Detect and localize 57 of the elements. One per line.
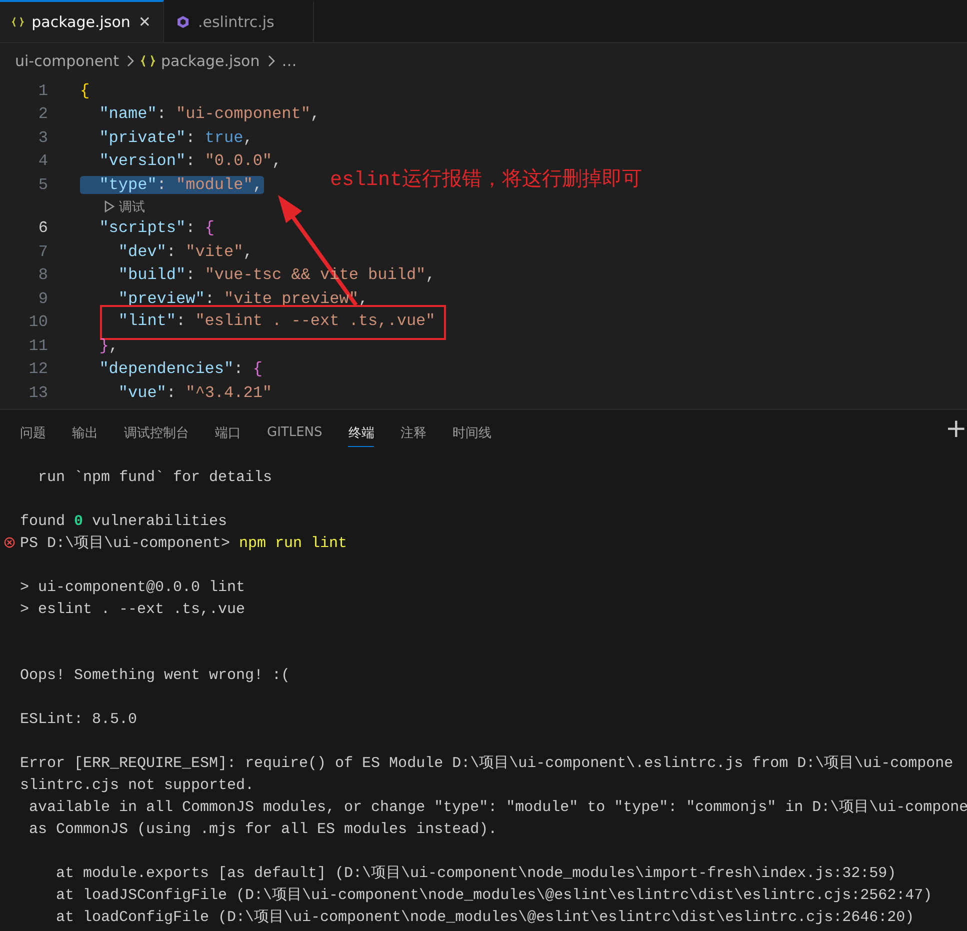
code-line: { (80, 82, 91, 100)
hexagon-icon (176, 15, 190, 29)
terminal-line: Error [ERR_REQUIRE_ESM]: require() of ES Module D:\项目\ui-component\.eslintrc.js from D:\项目\ui-compone (20, 755, 954, 772)
line-number: 6 (37, 219, 48, 238)
line-number: 13 (28, 384, 48, 402)
terminal-line: ESLint: 8.5.0 (20, 711, 138, 728)
panel-tab[interactable]: 注释 (400, 418, 426, 446)
annotation-text: eslint运行报错，将这行删掉即可 (330, 167, 642, 192)
terminal-line: found 0 vulnerabilities (20, 513, 228, 530)
close-icon[interactable]: ✕ (138, 13, 151, 31)
terminal-line: at module.exports [as default] (D:\项目\ui-component\node_modules\import-fresh\index.js:32:59) (55, 865, 896, 882)
code-line: "vue": "^3.4.21" (118, 384, 274, 402)
line-number: 11 (28, 336, 48, 355)
panel-tab[interactable]: 调试控制台 (124, 418, 189, 446)
line-number: 8 (37, 266, 48, 284)
chevron-icon (124, 55, 135, 67)
breadcrumb-item[interactable]: package.json (160, 52, 260, 70)
breadcrumb-item[interactable]: ui-component (15, 52, 119, 70)
terminal-line: available in all CommonJS modules, or change "type": "module" to "type": "commonjs" in D:\项目\ui-compone (28, 799, 967, 816)
play-icon[interactable] (104, 200, 115, 213)
line-number: 1 (37, 82, 48, 100)
panel-tab[interactable]: GITLENS (267, 419, 322, 445)
terminal-line: PS D:\项目\ui-component> npm run lint (20, 535, 348, 552)
panel-tab[interactable]: 终端 (348, 418, 374, 446)
debug-codelens[interactable]: 调试 (119, 198, 145, 216)
add-terminal-button[interactable]: + (945, 416, 967, 442)
panel-tab[interactable]: 端口 (215, 418, 241, 446)
code-line: "dependencies": { (99, 360, 264, 378)
terminal-line: > ui-component@0.0.0 lint (20, 579, 246, 596)
code-line: "private": true, (99, 128, 254, 147)
terminal-line: at loadJSConfigFile (D:\项目\ui-component\node_modules\@eslint\eslintrc\dist\eslintrc.cjs:2562:47) (55, 887, 932, 904)
code-line: "dev": "vite", (118, 242, 254, 261)
terminal-line: Oops! Something went wrong! :( (20, 667, 290, 684)
line-number: 4 (37, 152, 48, 170)
code-line: "version": "0.0.0", (99, 152, 283, 170)
terminal-line: at loadConfigFile (D:\项目\ui-component\node_modules\@eslint\eslintrc\dist\eslintrc.cjs:2646:20) (55, 909, 914, 926)
panel-tab[interactable]: 时间线 (452, 418, 492, 446)
terminal-line: slintrc.cjs not supported. (20, 777, 254, 794)
file-tab[interactable]: package.json ✕ (0, 0, 164, 42)
chevron-icon (266, 55, 276, 67)
panel-tab[interactable]: 问题 (20, 418, 46, 446)
code-line: "name": "ui-component", (99, 105, 322, 124)
line-number: 3 (37, 128, 48, 147)
json-braces-icon (140, 55, 155, 67)
terminal-line: run `npm fund` for details (37, 469, 272, 486)
line-number: 2 (37, 105, 48, 124)
panel-tab[interactable]: 输出 (72, 418, 98, 446)
terminal-line: > eslint . --ext .ts,.vue (20, 601, 246, 618)
terminal-line: as CommonJS (using .mjs for all ES modules instead). (28, 821, 498, 838)
line-number: 7 (37, 242, 48, 261)
breadcrumb-item[interactable]: … (282, 52, 297, 70)
line-number: 12 (28, 360, 48, 378)
line-number: 10 (28, 313, 48, 332)
line-number: 9 (37, 290, 48, 308)
code-line: "scripts": { (99, 219, 216, 238)
json-braces-icon (12, 16, 24, 28)
line-number: 5 (37, 176, 48, 194)
